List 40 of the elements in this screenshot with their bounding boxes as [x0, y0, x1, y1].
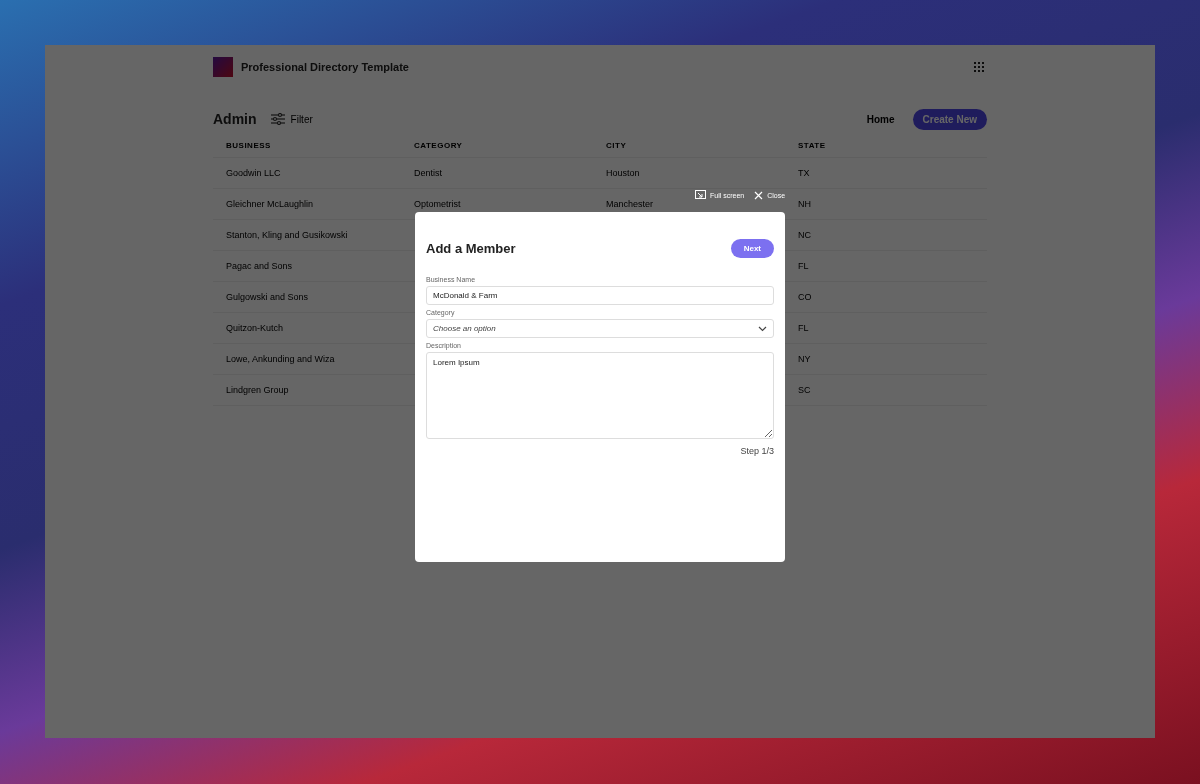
table-cell-text: Gleichner McLaughlin — [226, 199, 315, 209]
table-cell-text: SC — [798, 385, 812, 395]
table-cell-text: Stanton, Kling and Gusikowski — [226, 230, 349, 240]
table-cell-text: Lindgren Group — [226, 385, 290, 395]
column-header: STATE — [798, 140, 827, 150]
sliders-icon — [270, 113, 285, 125]
select-field[interactable]: Choose an option — [426, 319, 774, 338]
modal-title: Add a Member — [426, 241, 516, 256]
column-header: BUSINESS — [226, 140, 272, 150]
table-cell-text: FL — [798, 323, 810, 333]
table-cell-text: NH — [798, 199, 812, 209]
home-link[interactable]: Home — [866, 113, 895, 125]
chevron-down-icon — [758, 325, 767, 332]
fullscreen-icon — [695, 190, 706, 201]
table-cell-text: NC — [798, 230, 812, 240]
table-cell-text: CO — [798, 292, 813, 302]
table-cell-text: TX — [798, 168, 811, 178]
table-cell-text: NY — [798, 354, 812, 364]
close-icon — [754, 191, 764, 200]
table-cell-text: Quitzon-Kutch — [226, 323, 285, 333]
table-cell-text: Lowe, Ankunding and Wiza — [226, 354, 336, 364]
page-heading: Admin — [213, 111, 257, 127]
next-button[interactable]: Next — [730, 239, 774, 258]
apps-grid-icon[interactable] — [973, 61, 985, 73]
table-cell-text: Pagac and Sons — [226, 261, 294, 271]
app-title: Professional Directory Template — [241, 61, 409, 73]
table-cell: Dentist — [414, 168, 442, 178]
table-cell-text: Goodwin LLC — [226, 168, 282, 178]
table-cell: Manchester — [606, 199, 654, 209]
textarea-field[interactable]: Lorem Ipsum — [426, 352, 774, 439]
input-field[interactable]: McDonald & Farm — [426, 286, 774, 305]
column-header: CITY — [606, 140, 628, 150]
table-cell-text: Gulgowski and Sons — [226, 292, 310, 302]
table-cell: Optometrist — [414, 199, 461, 209]
filter-button[interactable]: Filter — [270, 113, 313, 125]
logo-icon — [213, 57, 233, 77]
step-indicator: Step 1/3 — [740, 446, 774, 456]
column-header: CATEGORY — [414, 140, 464, 150]
table-cell: Houston — [606, 168, 640, 178]
table-cell-text: FL — [798, 261, 810, 271]
